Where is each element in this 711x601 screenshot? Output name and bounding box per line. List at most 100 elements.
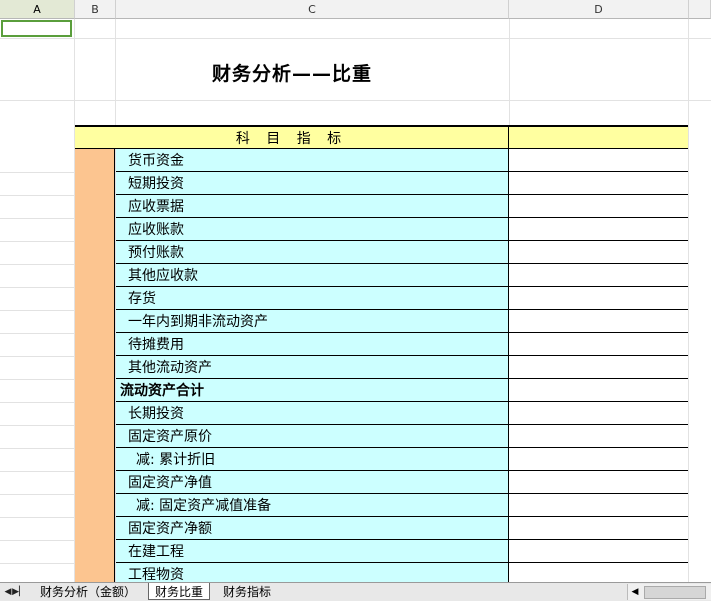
gridline xyxy=(0,494,74,495)
last-sheet-icon[interactable]: ▶▏ xyxy=(12,585,26,599)
table-row[interactable]: 减: 固定资产减值准备 xyxy=(116,494,688,517)
gridline xyxy=(0,287,74,288)
row-label[interactable]: 短期投资 xyxy=(116,172,509,194)
tab-sheet-1[interactable]: 财务分析（金额） xyxy=(34,583,142,600)
table-row[interactable]: 其他流动资产 xyxy=(116,356,688,379)
row-value-cell[interactable] xyxy=(509,379,688,401)
row-value-cell[interactable] xyxy=(509,333,688,355)
row-label[interactable]: 待摊费用 xyxy=(116,333,509,355)
row-value-cell[interactable] xyxy=(509,540,688,562)
row-label[interactable]: 长期投资 xyxy=(116,402,509,424)
table-row[interactable]: 应收票据 xyxy=(116,195,688,218)
row-value-cell[interactable] xyxy=(509,264,688,286)
table-row[interactable]: 存货 xyxy=(116,287,688,310)
sheet-tab-bar: ◀ ▶▏ 财务分析（金额） 财务比重 财务指标 ◀ xyxy=(0,582,711,601)
row-label[interactable]: 货币资金 xyxy=(116,149,509,171)
table-row[interactable]: 一年内到期非流动资产 xyxy=(116,310,688,333)
row-label[interactable]: 其他应收款 xyxy=(116,264,509,286)
row-label[interactable]: 一年内到期非流动资产 xyxy=(116,310,509,332)
row-value-cell[interactable] xyxy=(509,195,688,217)
column-header-a[interactable]: A xyxy=(0,0,75,19)
gridline xyxy=(0,264,74,265)
gridline xyxy=(0,517,74,518)
tab-sheet-2[interactable]: 财务比重 xyxy=(148,583,211,600)
row-label[interactable]: 减: 固定资产减值准备 xyxy=(116,494,509,516)
column-header-c[interactable]: C xyxy=(116,0,509,19)
header-row[interactable]: 科 目 指 标 xyxy=(75,125,688,149)
table-row[interactable]: 固定资产净额 xyxy=(116,517,688,540)
table-row[interactable]: 固定资产原价 xyxy=(116,425,688,448)
row-value-cell[interactable] xyxy=(509,471,688,493)
row-value-cell[interactable] xyxy=(509,517,688,539)
gridline xyxy=(0,425,74,426)
category-side-cell[interactable] xyxy=(75,149,115,582)
row-value-cell[interactable] xyxy=(509,310,688,332)
row-value-cell[interactable] xyxy=(509,241,688,263)
gridline xyxy=(0,563,74,564)
table-row[interactable]: 其他应收款 xyxy=(116,264,688,287)
tab-label: 财务比重 xyxy=(155,584,204,599)
gridline xyxy=(0,379,74,380)
row-value-cell[interactable] xyxy=(509,356,688,378)
gridline xyxy=(0,218,74,219)
header-label: 科 目 指 标 xyxy=(75,127,509,148)
row-label[interactable]: 应收票据 xyxy=(116,195,509,217)
tab-sheet-3[interactable]: 财务指标 xyxy=(217,583,277,600)
column-header-label: B xyxy=(91,2,99,16)
tab-label: 财务分析（金额） xyxy=(40,585,137,599)
gridline xyxy=(0,402,74,403)
table-row[interactable]: 减: 累计折旧 xyxy=(116,448,688,471)
scroll-left-icon[interactable]: ◀ xyxy=(630,586,640,598)
gridline xyxy=(688,19,689,582)
row-label[interactable]: 固定资产原价 xyxy=(116,425,509,447)
column-header-d[interactable]: D xyxy=(509,0,689,19)
gridline xyxy=(0,241,74,242)
gridline xyxy=(0,310,74,311)
row-label[interactable]: 固定资产净额 xyxy=(116,517,509,539)
tab-label: 财务指标 xyxy=(223,585,272,599)
row-label[interactable]: 流动资产合计 xyxy=(116,379,509,401)
row-value-cell[interactable] xyxy=(509,287,688,309)
row-label[interactable]: 在建工程 xyxy=(116,540,509,562)
gridline xyxy=(0,195,74,196)
row-value-cell[interactable] xyxy=(509,218,688,240)
gridline xyxy=(0,172,74,173)
gridline xyxy=(0,471,74,472)
column-header-b[interactable]: B xyxy=(75,0,116,19)
row-label[interactable]: 固定资产净值 xyxy=(116,471,509,493)
selected-cell-a1[interactable] xyxy=(1,20,72,37)
row-value-cell[interactable] xyxy=(509,425,688,447)
gridline xyxy=(0,540,74,541)
row-value-cell[interactable] xyxy=(509,149,688,171)
table-row[interactable]: 流动资产合计 xyxy=(116,379,688,402)
table-row[interactable]: 货币资金 xyxy=(116,149,688,172)
row-label[interactable]: 其他流动资产 xyxy=(116,356,509,378)
row-value-cell[interactable] xyxy=(509,172,688,194)
gridline xyxy=(0,38,711,39)
table-row[interactable]: 应收账款 xyxy=(116,218,688,241)
gridline xyxy=(0,356,74,357)
row-label[interactable]: 存货 xyxy=(116,287,509,309)
table-row[interactable]: 长期投资 xyxy=(116,402,688,425)
table-row[interactable]: 短期投资 xyxy=(116,172,688,195)
row-label[interactable]: 预付账款 xyxy=(116,241,509,263)
column-header-label: D xyxy=(594,2,603,16)
column-header-label: A xyxy=(33,2,41,16)
row-value-cell[interactable] xyxy=(509,494,688,516)
gridline xyxy=(0,448,74,449)
scroll-thumb[interactable] xyxy=(644,586,706,599)
row-label[interactable]: 减: 累计折旧 xyxy=(116,448,509,470)
column-header-e[interactable] xyxy=(689,0,711,19)
table-row[interactable]: 在建工程 xyxy=(116,540,688,563)
table-row[interactable]: 待摊费用 xyxy=(116,333,688,356)
gridline xyxy=(0,333,74,334)
table-row[interactable]: 固定资产净值 xyxy=(116,471,688,494)
row-value-cell[interactable] xyxy=(509,448,688,470)
column-header-label: C xyxy=(308,2,316,16)
sheet-title: 财务分析——比重 xyxy=(211,62,372,85)
table-row[interactable]: 预付账款 xyxy=(116,241,688,264)
gridline xyxy=(0,100,711,101)
row-label[interactable]: 应收账款 xyxy=(116,218,509,240)
horizontal-scrollbar[interactable]: ◀ xyxy=(627,584,711,600)
row-value-cell[interactable] xyxy=(509,402,688,424)
